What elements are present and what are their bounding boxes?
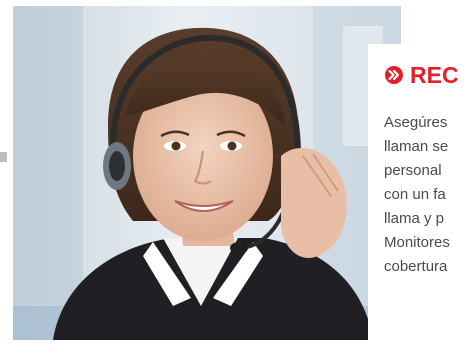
agent-photo (13, 6, 401, 340)
section-heading-text: REC (410, 62, 459, 88)
feature-text-panel: REC Asegúres llaman se personal con un f… (368, 44, 472, 360)
body-line: cobertura (384, 258, 448, 275)
agent-illustration (13, 6, 401, 340)
section-heading: REC (385, 62, 459, 88)
page: REC Asegúres llaman se personal con un f… (0, 0, 472, 360)
body-paragraph: Asegúres llaman se personal con un fa ll… (384, 111, 472, 279)
double-chevron-right-icon (385, 66, 403, 84)
body-line: Monitores (384, 234, 450, 251)
body-line: llaman se (384, 138, 449, 155)
body-line: personal (384, 162, 442, 179)
photo-frame (7, 0, 407, 346)
body-line: Asegúres (384, 114, 448, 131)
body-line: llama y p (384, 210, 445, 227)
body-line: con un fa (384, 186, 446, 203)
